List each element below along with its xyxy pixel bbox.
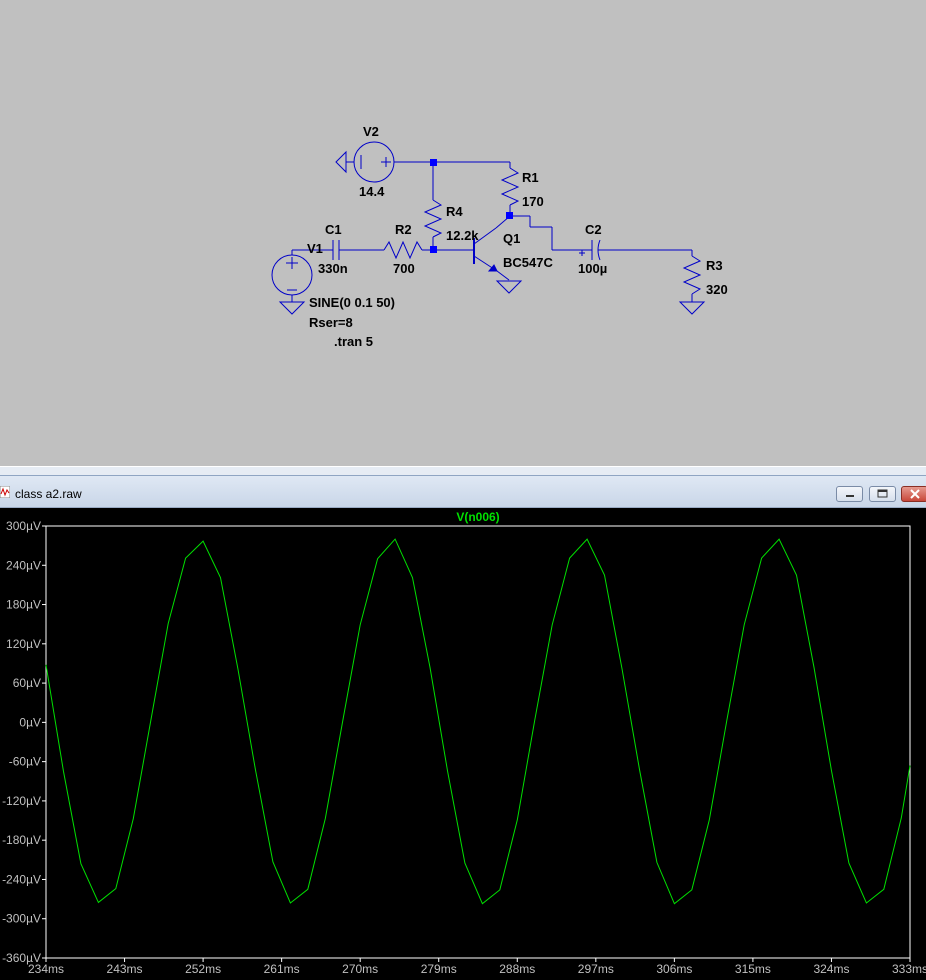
y-tick-label: 180µV — [6, 598, 41, 612]
x-tick-label: 261ms — [264, 962, 300, 976]
tran-directive[interactable]: .tran 5 — [334, 334, 373, 349]
restore-icon — [877, 489, 888, 498]
r2-label: R2 — [395, 222, 412, 237]
c1-label: C1 — [325, 222, 342, 237]
x-tick-label: 243ms — [107, 962, 143, 976]
y-tick-label: -180µV — [2, 833, 41, 847]
x-tick-label: 234ms — [28, 962, 64, 976]
trace-label[interactable]: V(n006) — [456, 510, 499, 524]
c2-label: C2 — [585, 222, 602, 237]
trace-area — [45, 538, 911, 905]
x-tick-label: 324ms — [813, 962, 849, 976]
q1-model: BC547C — [503, 255, 553, 270]
y-tick-label: -300µV — [2, 912, 41, 926]
v1-label: V1 — [307, 241, 323, 256]
r3-resistor-icon — [682, 255, 702, 295]
x-tick-label: 279ms — [421, 962, 457, 976]
junction-node — [430, 246, 437, 253]
y-tick-label: 0µV — [19, 715, 41, 729]
y-tick-label: -240µV — [2, 872, 41, 886]
c2-value: 100µ — [578, 261, 607, 276]
y-tick-label: 300µV — [6, 519, 41, 533]
r1-label: R1 — [522, 170, 539, 185]
y-tick-label: 240µV — [6, 558, 41, 572]
r2-resistor-icon — [383, 240, 423, 260]
close-icon — [910, 489, 920, 499]
x-tick-label: 315ms — [735, 962, 771, 976]
c1-value: 330n — [318, 261, 348, 276]
v1-ground-icon — [278, 301, 306, 315]
v1-rser: Rser=8 — [309, 315, 353, 330]
schematic-editor[interactable]: V2 14.4 R1 170 R4 12.2k Q1 BC547C C1 330… — [0, 0, 926, 466]
r1-resistor-icon — [500, 167, 520, 206]
waveform-plot[interactable]: V(n006) 300µV 240µV 180µV 120µV 60µV 0µV -60µV… — [0, 508, 926, 980]
junction-node — [506, 212, 513, 219]
r4-value: 12.2k — [446, 228, 479, 243]
pane-splitter[interactable] — [0, 466, 926, 476]
r3-label: R3 — [706, 258, 723, 273]
v2-label: V2 — [363, 124, 379, 139]
q1-label: Q1 — [503, 231, 520, 246]
x-tick-label: 297ms — [578, 962, 614, 976]
close-button[interactable] — [901, 486, 926, 502]
v1-source-spec: SINE(0 0.1 50) — [309, 295, 395, 310]
waveform-icon — [0, 486, 10, 498]
r2-value: 700 — [393, 261, 415, 276]
minimize-icon — [846, 495, 854, 497]
r3-value: 320 — [706, 282, 728, 297]
waveform-window-titlebar[interactable]: class a2.raw — [0, 476, 926, 508]
x-tick-label: 252ms — [185, 962, 221, 976]
trace-line-v-n006[interactable] — [45, 538, 911, 905]
junction-node — [430, 159, 437, 166]
r4-resistor-icon — [423, 199, 443, 238]
window-title: class a2.raw — [15, 487, 82, 501]
q1-ground-icon — [495, 280, 523, 294]
r4-label: R4 — [446, 204, 463, 219]
x-tick-label: 270ms — [342, 962, 378, 976]
y-tick-label: -120µV — [2, 794, 41, 808]
v2-ground-icon — [335, 150, 347, 174]
minimize-button[interactable] — [836, 486, 863, 502]
v2-value: 14.4 — [359, 184, 385, 199]
x-tick-label: 306ms — [656, 962, 692, 976]
y-tick-label: -60µV — [9, 755, 41, 769]
maximize-button[interactable] — [869, 486, 896, 502]
x-tick-label: 333ms — [892, 962, 926, 976]
r3-ground-icon — [678, 301, 706, 315]
y-tick-label: 60µV — [13, 676, 41, 690]
waveform-window[interactable]: class a2.raw V(n006) 300µV 240µV 180µV 120µ… — [0, 476, 926, 980]
x-tick-label: 288ms — [499, 962, 535, 976]
schematic-canvas[interactable]: V2 14.4 R1 170 R4 12.2k Q1 BC547C C1 330… — [0, 0, 926, 466]
y-axis: 300µV 240µV 180µV 120µV 60µV 0µV -60µV -120µV -1… — [2, 519, 46, 965]
r1-value: 170 — [522, 194, 544, 209]
x-axis: 234ms 243ms 252ms 261ms 270ms 279ms 288ms 297ms… — [28, 958, 926, 976]
y-tick-label: 120µV — [6, 637, 41, 651]
